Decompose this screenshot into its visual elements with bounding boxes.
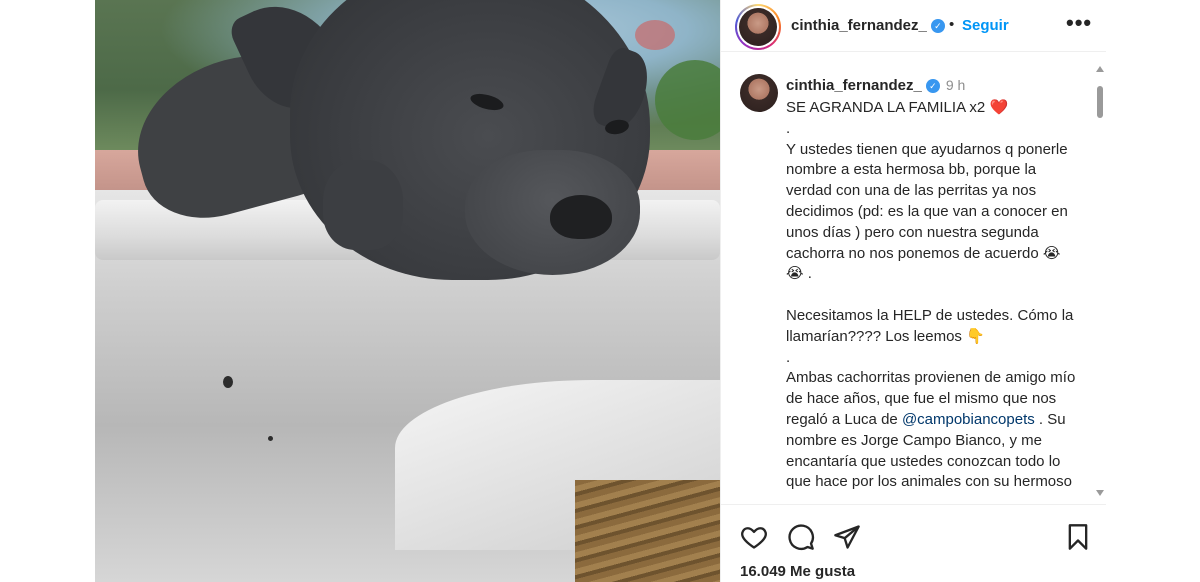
wood-shape — [575, 480, 720, 582]
caption-scroll-area[interactable]: cinthia_fernandez_ ✓ 9 h SE AGRANDA LA FAM… — [721, 62, 1106, 504]
separator-dot: • — [949, 16, 955, 33]
heart-icon[interactable] — [740, 523, 768, 551]
follow-button[interactable]: Seguir — [962, 17, 1009, 34]
comment-icon[interactable] — [787, 523, 815, 551]
caption-username[interactable]: cinthia_fernandez_ — [786, 77, 922, 94]
caption-dot: . — [786, 119, 791, 137]
puppy-paw — [323, 160, 403, 250]
likes-count[interactable]: 16.049 Me gusta — [740, 563, 855, 580]
red-heart-emoji-icon: ❤️ — [989, 99, 1009, 116]
puppy-nose — [550, 195, 612, 239]
username-link[interactable]: cinthia_fernandez_ ✓ — [791, 17, 945, 34]
caption-scrollbar[interactable] — [1094, 66, 1106, 496]
pointing-down-emoji-icon: 👇 — [966, 327, 985, 345]
bookmark-icon[interactable] — [1064, 523, 1092, 551]
caption-paragraph: Y ustedes tienen que ayudarnos q ponerle… — [786, 140, 1068, 262]
avatar-image — [739, 8, 777, 46]
post-side-panel: cinthia_fernandez_ ✓ • Seguir ••• cinthia… — [720, 0, 1106, 582]
verified-badge-icon: ✓ — [930, 19, 945, 34]
scroll-down-icon[interactable] — [1096, 490, 1104, 496]
post-image[interactable] — [95, 0, 720, 582]
spot-mark — [223, 376, 233, 388]
post-actions: 16.049 Me gusta — [721, 504, 1106, 582]
flower-shape — [635, 20, 675, 50]
caption-text: SE AGRANDA LA FAMILIA x2 ❤️ . Y ustedes … — [786, 99, 1076, 491]
caption-header: cinthia_fernandez_ ✓ 9 h — [786, 77, 965, 94]
scroll-up-icon[interactable] — [1096, 66, 1104, 72]
caption-paragraph: Necesitamos la HELP de ustedes. Cómo la … — [786, 306, 1074, 345]
caption-dot: . — [786, 348, 791, 366]
timestamp[interactable]: 9 h — [946, 77, 965, 93]
scrollbar-thumb[interactable] — [1097, 86, 1103, 118]
caption-avatar[interactable] — [740, 74, 778, 112]
more-options-icon[interactable]: ••• — [1066, 10, 1092, 36]
caption-line: SE AGRANDA LA FAMILIA x2 — [786, 99, 986, 116]
mention-link[interactable]: @campobiancopets — [902, 411, 1035, 428]
share-icon[interactable] — [833, 523, 861, 551]
spot-mark — [268, 436, 273, 441]
verified-badge-icon: ✓ — [925, 79, 940, 94]
avatar[interactable] — [735, 4, 781, 50]
post-header: cinthia_fernandez_ ✓ • Seguir ••• — [721, 0, 1106, 52]
username-text: cinthia_fernandez_ — [791, 17, 927, 34]
